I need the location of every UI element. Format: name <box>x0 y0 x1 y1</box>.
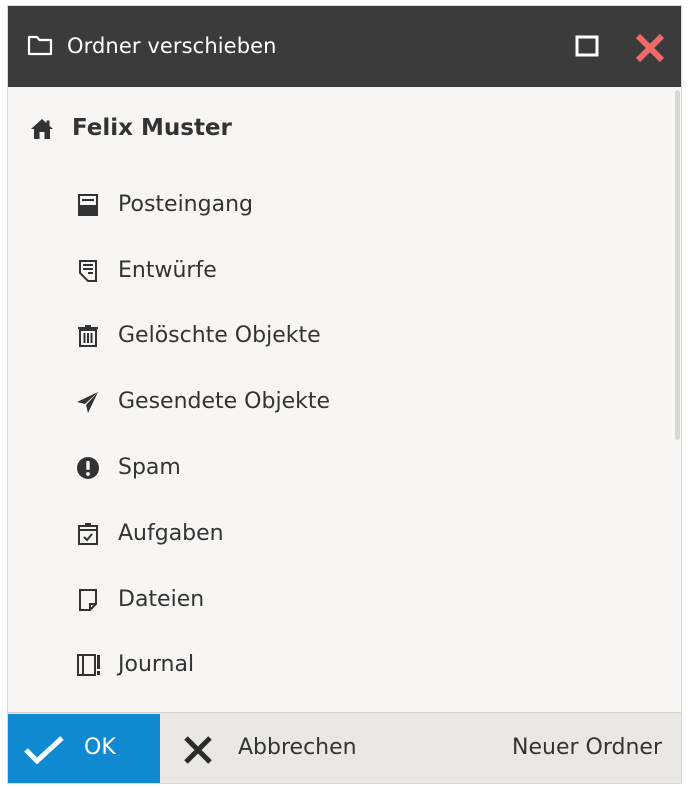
maximize-button[interactable] <box>568 27 606 65</box>
inbox-icon <box>76 193 100 217</box>
dialog-titlebar[interactable]: Ordner verschieben <box>8 6 681 87</box>
folder-label: Posteingang <box>118 192 253 217</box>
new-folder-label: Neuer Ordner <box>512 735 662 760</box>
ok-button[interactable]: OK <box>8 714 160 783</box>
cancel-label: Abbrechen <box>238 735 357 760</box>
folder-item-entwuerfe[interactable]: Entwürfe <box>68 249 628 293</box>
journal-icon <box>76 653 100 677</box>
folder-label: Dateien <box>118 587 205 612</box>
trash-icon <box>76 324 100 348</box>
close-button[interactable] <box>628 25 672 69</box>
dialog-title: Ordner verschieben <box>67 34 277 58</box>
checkmark-icon <box>24 736 64 765</box>
tree-root-label: Felix Muster <box>72 115 232 141</box>
new-folder-button[interactable]: Neuer Ordner <box>468 714 678 783</box>
move-folder-dialog: Ordner verschieben Felix Muster Posteing… <box>8 6 681 783</box>
home-icon <box>30 118 54 144</box>
folder-item-journal[interactable]: Journal <box>68 643 628 687</box>
folder-label: Entwürfe <box>118 258 217 283</box>
tree-root-account[interactable]: Felix Muster <box>22 109 662 149</box>
folder-item-gesendete-objekte[interactable]: Gesendete Objekte <box>68 380 628 424</box>
folder-item-aufgaben[interactable]: Aufgaben <box>68 512 628 556</box>
exclamation-icon <box>76 456 100 480</box>
scrollbar-thumb[interactable] <box>675 90 680 440</box>
tasks-icon <box>76 522 100 546</box>
dialog-footer: OK Abbrechen Neuer Ordner <box>8 712 681 783</box>
folder-tree: Felix Muster Posteingang Entwürfe Gelösc… <box>8 87 668 712</box>
cancel-button[interactable]: Abbrechen <box>160 714 400 783</box>
folder-item-posteingang[interactable]: Posteingang <box>68 183 628 227</box>
folder-item-geloeschte-objekte[interactable]: Gelöschte Objekte <box>68 314 628 358</box>
folder-label: Journal <box>118 652 195 677</box>
folder-label: Gesendete Objekte <box>118 389 331 414</box>
file-icon <box>76 588 100 612</box>
folder-item-spam[interactable]: Spam <box>68 446 628 490</box>
x-icon <box>184 736 212 764</box>
folder-outline-icon <box>27 34 53 60</box>
drafts-icon <box>76 259 100 283</box>
paper-plane-icon <box>76 390 100 414</box>
folder-label: Spam <box>118 455 181 480</box>
folder-label: Aufgaben <box>118 521 224 546</box>
folder-item-dateien[interactable]: Dateien <box>68 578 628 622</box>
ok-label: OK <box>84 735 116 760</box>
folder-label: Gelöschte Objekte <box>118 323 321 348</box>
maximize-icon <box>575 35 599 57</box>
close-icon <box>635 33 665 63</box>
